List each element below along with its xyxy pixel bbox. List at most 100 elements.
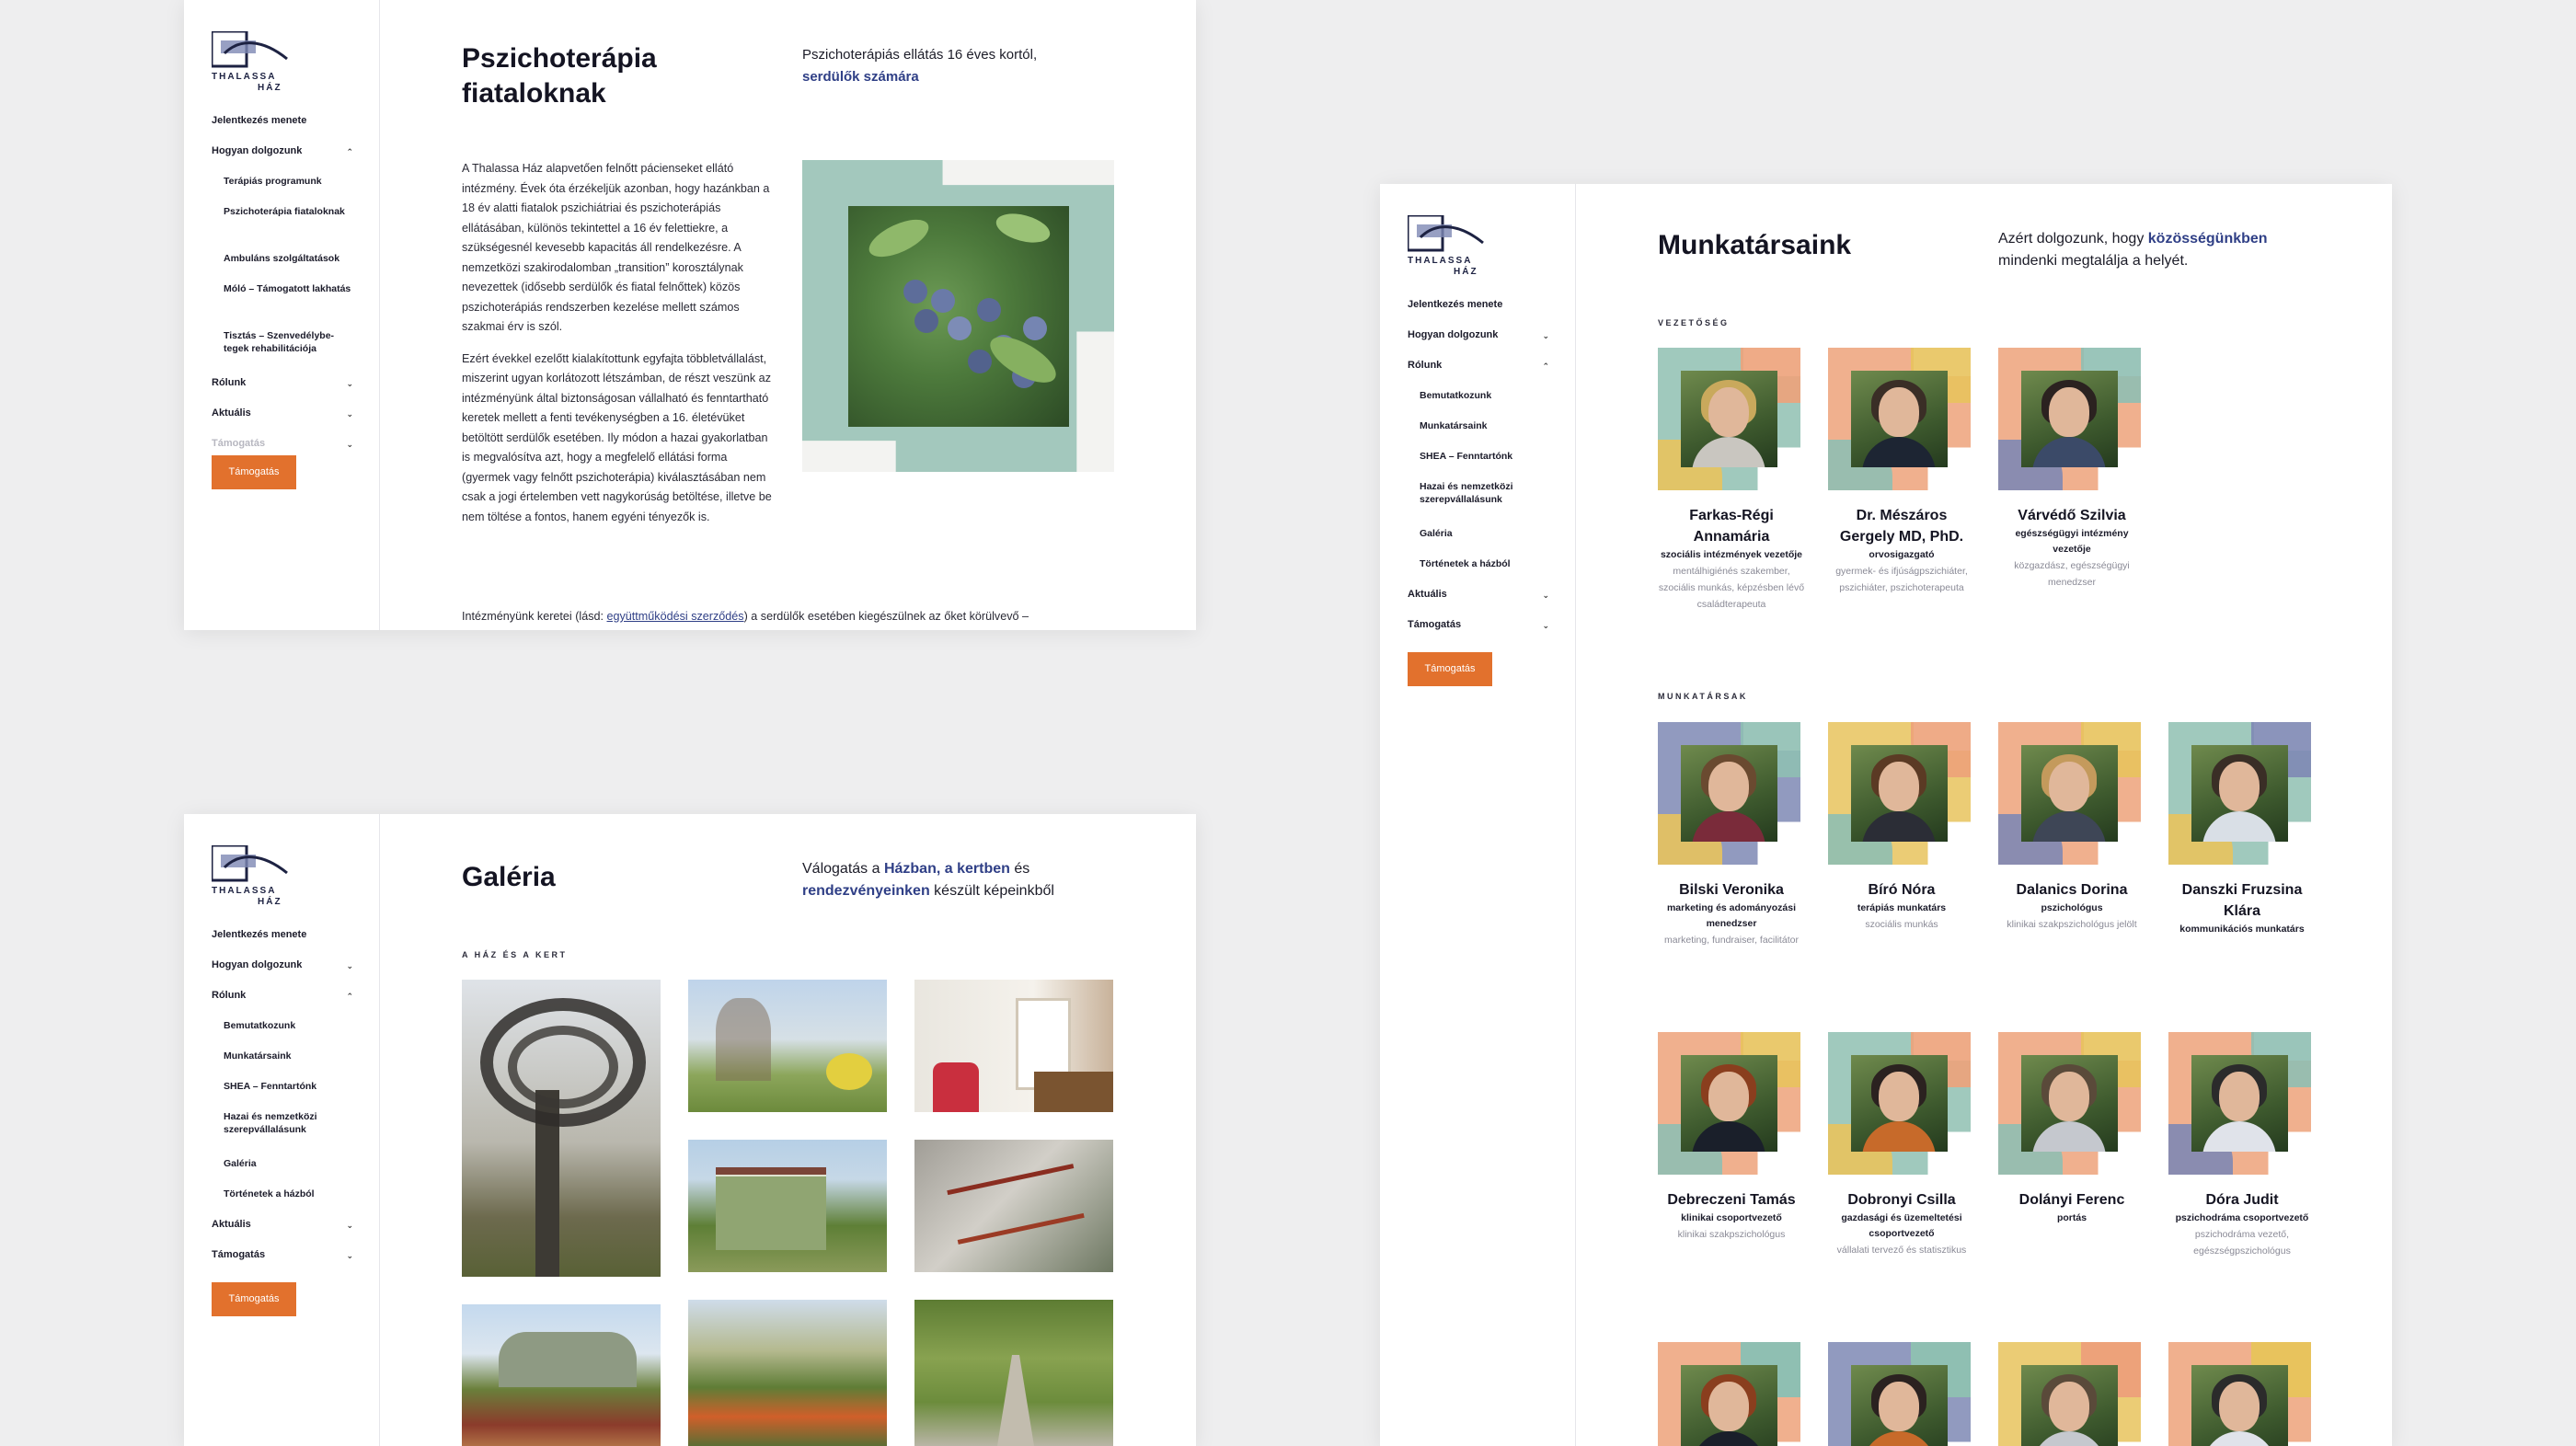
gallery-image[interactable] <box>462 980 661 1277</box>
team-card[interactable]: Debreczeni Tamás klinikai csoportvezető kl… <box>1658 1032 1805 1243</box>
portrait-image <box>1658 1032 1800 1175</box>
team-card[interactable] <box>2168 1342 2316 1446</box>
chevron-up-icon[interactable]: ⌃ <box>346 990 353 1003</box>
support-button[interactable]: Támogatás <box>1408 652 1492 686</box>
team-card[interactable]: Farkas-Régi Annamária szociális intézmény… <box>1658 348 1805 613</box>
page-lead: Azért dolgozunk, hogy közösségünkben mind… <box>1998 231 2268 269</box>
logo[interactable]: THALASSA HÁZ <box>212 845 289 912</box>
sidebar-item-galeria[interactable]: Galéria <box>212 1157 353 1188</box>
sidebar-item-jelentkezes-menete[interactable]: Jelentkezés menete <box>212 114 353 144</box>
sidebar-item-jelentkezes-menete[interactable]: Jelentkezés menete <box>1408 298 1549 328</box>
sidebar-item-tamogatas[interactable]: Támogatás ⌄ <box>212 1248 353 1279</box>
team-card[interactable]: Bilski Veronika marketing és adományozási… <box>1658 722 1805 948</box>
sidebar-item-terapias-programunk[interactable]: Terápiás programunk <box>212 175 353 205</box>
sidebar-item-aktualis[interactable]: Aktuális ⌄ <box>1408 588 1549 618</box>
sidebar-item-hazai-es-nemzetkozi-szerepvallalasunk[interactable]: Hazai és nemzetközi szerepvállalásunk <box>1408 480 1549 527</box>
panel-pszichoterapia: THALASSA HÁZ Jelentkezés menete Hogyan dol… <box>184 0 1196 630</box>
chevron-down-icon[interactable]: ⌄ <box>346 1219 353 1232</box>
team-role: portás <box>2056 1212 2087 1223</box>
chevron-down-icon[interactable]: ⌄ <box>346 377 353 390</box>
team-desc: mentálhigiénés szakember, szociális munk… <box>1658 566 1805 610</box>
team-name: Dolányi Ferenc <box>2018 1192 2125 1208</box>
sidebar-item-ambulans-szolgaltatasok[interactable]: Ambuláns szolgáltatások <box>212 252 353 282</box>
gallery-image[interactable] <box>688 980 887 1112</box>
sidebar-item-aktualis[interactable]: Aktuális ⌄ <box>212 407 353 437</box>
team-desc: klinikai szakpszichológus jelölt <box>2007 919 2137 930</box>
chevron-down-icon[interactable]: ⌄ <box>346 959 353 972</box>
sidebar-item-label: Támogatás <box>212 438 266 449</box>
support-button[interactable]: Támogatás <box>212 455 296 489</box>
sidebar-item-tamogatas[interactable]: Támogatás ⌄ <box>1408 618 1549 648</box>
chevron-up-icon[interactable]: ⌃ <box>346 145 353 158</box>
sidebar-item-hogyan-dolgozunk[interactable]: Hogyan dolgozunk ⌃ <box>212 144 353 175</box>
logo[interactable]: THALASSA HÁZ <box>212 31 289 98</box>
sidebar-item-bemutatkozunk[interactable]: Bemutatkozunk <box>1408 389 1549 419</box>
team-card[interactable]: Várvédő Szilvia egészségügyi intézmény ve… <box>1998 348 2145 591</box>
team-name: Dr. Mészáros Gergely MD, PhD. <box>1839 508 1964 545</box>
sidebar-item-label: Jelentkezés menete <box>212 115 307 126</box>
sidebar-item-hogyan-dolgozunk[interactable]: Hogyan dolgozunk ⌄ <box>1408 328 1549 359</box>
team-card[interactable] <box>1658 1342 1805 1446</box>
gallery-image[interactable] <box>462 1304 661 1446</box>
team-name: Dobronyi Csilla <box>1847 1192 1956 1208</box>
sidebar-item-aktualis[interactable]: Aktuális ⌄ <box>212 1218 353 1248</box>
sidebar-item-hogyan-dolgozunk[interactable]: Hogyan dolgozunk ⌄ <box>212 958 353 989</box>
gallery-image[interactable] <box>914 1300 1113 1446</box>
team-card[interactable]: Dalanics Dorina pszichológus klinikai szak… <box>1998 722 2145 933</box>
portrait-image <box>2168 1032 2311 1175</box>
sidebar-item-label: Támogatás <box>1408 619 1462 630</box>
support-button[interactable]: Támogatás <box>212 1282 296 1316</box>
sidebar-item-molo-tamogatott-lakhatas[interactable]: Móló – Támogatott lakhatás <box>212 282 353 329</box>
sidebar-item-label: Galéria <box>224 1158 257 1169</box>
team-card[interactable]: Dr. Mészáros Gergely MD, PhD. orvosigazga… <box>1828 348 1975 596</box>
sidebar-item-tisztas-szenvedelybe-tegek-rehabilitacioja[interactable]: Tisztás – Szenvedélybe-tegek rehabilitác… <box>212 329 353 376</box>
sidebar-item-rolunk[interactable]: Rólunk ⌄ <box>212 376 353 407</box>
chevron-up-icon[interactable]: ⌃ <box>1542 360 1549 373</box>
team-card[interactable]: Dóra Judit pszichodráma csoportvezető pszi… <box>2168 1032 2316 1259</box>
section-label-staff: MUNKATÁRSAK <box>1658 692 1748 701</box>
sidebar-item-pszichoterapia-fiataloknak[interactable]: Pszichoterápia fiataloknak <box>212 205 353 252</box>
sidebar-item-munkatarsaink[interactable]: Munkatársaink <box>1408 419 1549 450</box>
portrait-image <box>1998 348 2141 490</box>
article-body-cont: Intézményünk keretei (lásd: együttműködé… <box>462 610 1029 623</box>
sidebar-item-label: Hazai és nemzetközi szerepvállalásunk <box>224 1111 317 1135</box>
agreement-link[interactable]: együttműködési szerződés <box>607 610 744 623</box>
sidebar-item-rolunk[interactable]: Rólunk ⌃ <box>212 989 353 1019</box>
team-card[interactable]: Dolányi Ferenc portás <box>1998 1032 2145 1226</box>
team-card[interactable] <box>1828 1342 1975 1446</box>
chevron-down-icon[interactable]: ⌄ <box>346 1249 353 1262</box>
gallery-image[interactable] <box>688 1140 887 1272</box>
sidebar-item-rolunk[interactable]: Rólunk ⌃ <box>1408 359 1549 389</box>
sidebar-item-bemutatkozunk[interactable]: Bemutatkozunk <box>212 1019 353 1050</box>
sidebar-item-shea-fenntartonk[interactable]: SHEA – Fenntartónk <box>212 1080 353 1110</box>
sidebar-item-tortenetek-a-hazbol[interactable]: Történetek a házból <box>212 1188 353 1218</box>
gallery-image[interactable] <box>688 1300 887 1446</box>
sidebar-item-galeria[interactable]: Galéria <box>1408 527 1549 557</box>
team-card[interactable]: Bíró Nóra terápiás munkatárs szociális mun… <box>1828 722 1975 933</box>
page-lead: Pszichoterápiás ellátás 16 éves kortól, s… <box>802 47 1038 85</box>
logo[interactable]: THALASSA HÁZ <box>1408 215 1485 281</box>
chevron-down-icon[interactable]: ⌄ <box>1542 619 1549 632</box>
sidebar-item-label: SHEA – Fenntartónk <box>224 1081 317 1092</box>
sidebar-item-shea-fenntartonk[interactable]: SHEA – Fenntartónk <box>1408 450 1549 480</box>
sidebar-item-hazai-es-nemzetkozi-szerepvallalasunk[interactable]: Hazai és nemzetközi szerepvállalásunk <box>212 1110 353 1157</box>
portrait-image <box>1998 1032 2141 1175</box>
team-card[interactable] <box>1998 1342 2145 1446</box>
chevron-down-icon[interactable]: ⌄ <box>1542 589 1549 602</box>
sidebar-item-tamogatas[interactable]: Támogatás ⌄ <box>212 437 353 452</box>
team-name: Debreczeni Tamás <box>1667 1192 1796 1208</box>
sidebar-item-tortenetek-a-hazbol[interactable]: Történetek a házból <box>1408 557 1549 588</box>
chevron-down-icon[interactable]: ⌄ <box>346 407 353 420</box>
panel-galeria: THALASSA HÁZ Jelentkezés menete Hogyan dol… <box>184 814 1196 1446</box>
gallery-image[interactable] <box>914 1140 1113 1272</box>
chevron-down-icon[interactable]: ⌄ <box>1542 329 1549 342</box>
sidebar-item-jelentkezes-menete[interactable]: Jelentkezés menete <box>212 928 353 958</box>
team-card[interactable]: Dobronyi Csilla gazdasági és üzemeltetési… <box>1828 1032 1975 1258</box>
gallery-image[interactable] <box>914 980 1113 1112</box>
sidebar-item-munkatarsaink[interactable]: Munkatársaink <box>212 1050 353 1080</box>
paragraph: A Thalassa Ház alapvetően felnőtt pácien… <box>462 162 770 333</box>
chevron-down-icon[interactable]: ⌄ <box>346 438 353 451</box>
portrait-image <box>1828 722 1971 865</box>
team-card[interactable]: Danszki Fruzsina Klára kommunikációs munk… <box>2168 722 2316 937</box>
team-desc: vállalati tervező és statisztikus <box>1836 1245 1967 1256</box>
